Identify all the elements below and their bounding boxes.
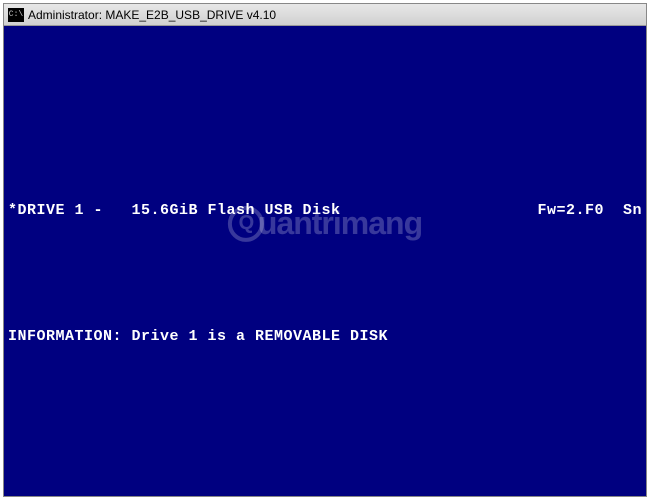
information-line: INFORMATION: Drive 1 is a REMOVABLE DISK xyxy=(8,326,642,347)
blank-line xyxy=(8,137,642,158)
titlebar[interactable]: C:\ Administrator: MAKE_E2B_USB_DRIVE v4… xyxy=(4,4,646,26)
window-title: Administrator: MAKE_E2B_USB_DRIVE v4.10 xyxy=(28,8,276,22)
blank-line xyxy=(8,74,642,95)
blank-line xyxy=(8,263,642,284)
drive-info-line: *DRIVE 1 - 15.6GiB Flash USB Disk Fw=2.F… xyxy=(8,200,642,221)
console-body[interactable]: *DRIVE 1 - 15.6GiB Flash USB Disk Fw=2.F… xyxy=(4,26,646,496)
drive-description: *DRIVE 1 - 15.6GiB Flash USB Disk xyxy=(8,200,341,221)
drive-firmware: Fw=2.F0 Sn xyxy=(537,200,642,221)
cmd-icon: C:\ xyxy=(8,8,24,22)
cmd-icon-label: C:\ xyxy=(9,10,23,19)
blank-line xyxy=(8,389,642,410)
console-window: C:\ Administrator: MAKE_E2B_USB_DRIVE v4… xyxy=(3,3,647,497)
blank-line xyxy=(8,452,642,473)
